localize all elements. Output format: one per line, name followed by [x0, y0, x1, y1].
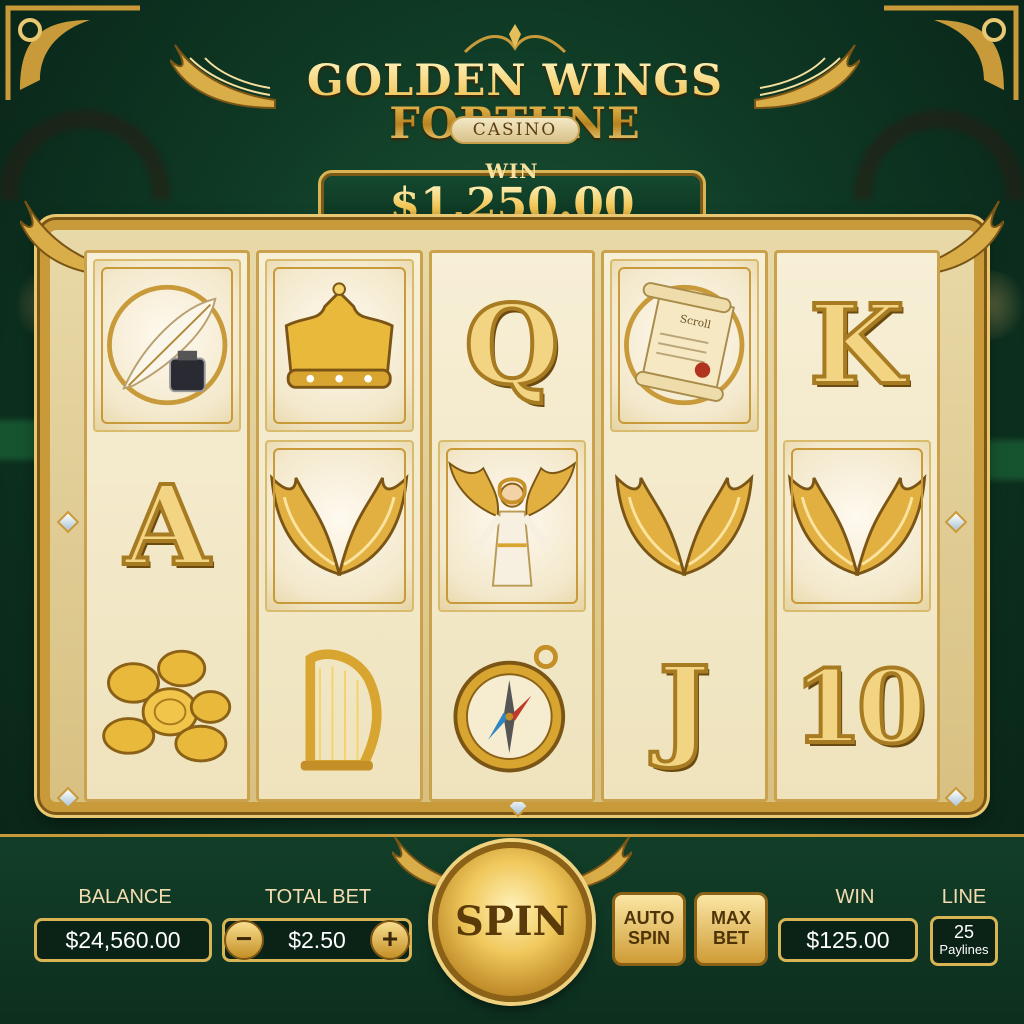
reel-2: [256, 250, 423, 802]
letter-k: K: [807, 280, 907, 410]
diamond-gem-icon: [56, 510, 80, 534]
corner-ornament-top-left: [0, 0, 150, 110]
win-value: $125.00: [778, 918, 918, 962]
angel-symbol: [437, 439, 587, 613]
spin-area: SPIN: [391, 826, 633, 1016]
diamond-gem-icon: [944, 786, 968, 810]
scroll-symbol: Scroll: [610, 259, 759, 432]
title-flourish: [463, 24, 567, 54]
letter-a: A: [123, 460, 212, 590]
spin-button[interactable]: SPIN: [432, 842, 592, 1002]
letter-q: Q: [462, 280, 562, 410]
symbol-letter-q: Q: [438, 259, 586, 432]
reel-3: Q: [428, 250, 596, 802]
symbol-letter-k: K: [783, 259, 931, 432]
balance-value: $24,560.00: [34, 918, 212, 962]
balance-label: BALANCE: [78, 886, 172, 908]
harp-symbol: [265, 620, 413, 793]
golden-wings-symbol: [265, 439, 414, 613]
background-arch: [0, 110, 170, 200]
auto-spin-button[interactable]: AUTO SPIN: [612, 892, 686, 966]
game-title-banner: GOLDEN WINGS FORTUNE CASINO: [169, 18, 861, 146]
win-label: WIN: [835, 886, 875, 908]
diamond-gem-icon: [944, 510, 968, 534]
total-bet-label: TOTAL BET: [264, 886, 372, 908]
harp-icon: [301, 649, 382, 771]
golden-wings-symbol: [610, 440, 758, 613]
max-bet-button[interactable]: MAX BET: [694, 892, 768, 966]
quill-icon: [107, 285, 228, 406]
paylines-count: 25: [953, 922, 975, 942]
number-10: 10: [791, 647, 928, 766]
symbol-number-10: 10: [783, 620, 931, 793]
compass-symbol: [438, 620, 586, 793]
golden-wings-icon: [615, 474, 754, 577]
golden-wings-icon: [787, 474, 926, 577]
golden-wings-symbol: [782, 439, 931, 613]
gold-coins-icon: [102, 649, 232, 763]
quill-ink-symbol: [93, 259, 242, 432]
line-label: LINE: [941, 886, 987, 908]
crown-symbol: [265, 259, 414, 432]
corner-ornament-top-right: [874, 0, 1024, 110]
golden-wings-icon: [270, 474, 409, 577]
angel-icon: [447, 461, 577, 587]
symbol-letter-j: J: [610, 620, 758, 793]
background-arch: [854, 110, 1024, 200]
total-bet-amount: $2.50: [288, 927, 346, 953]
reel-1: A: [84, 250, 251, 802]
crown-icon: [285, 282, 395, 390]
reel-5: K 10: [773, 250, 940, 802]
compass-icon: [453, 644, 565, 773]
reel-grid: A Q Scroll J K 10: [84, 250, 940, 802]
reel-4: Scroll J: [601, 250, 768, 802]
scroll-title-text: Scroll: [679, 313, 713, 331]
game-subtitle: CASINO: [450, 116, 580, 144]
diamond-gem-icon: [56, 786, 80, 810]
decrease-bet-button[interactable]: −: [224, 920, 264, 960]
letter-j: J: [656, 641, 712, 771]
paylines-box: 25 Paylines: [930, 916, 998, 966]
gold-coins-symbol: [93, 620, 241, 793]
paylines-unit: Paylines: [939, 942, 989, 957]
reel-frame: A Q Scroll J K 10: [19, 200, 1005, 818]
symbol-letter-a: A: [93, 440, 241, 613]
scroll-icon: Scroll: [624, 282, 745, 406]
